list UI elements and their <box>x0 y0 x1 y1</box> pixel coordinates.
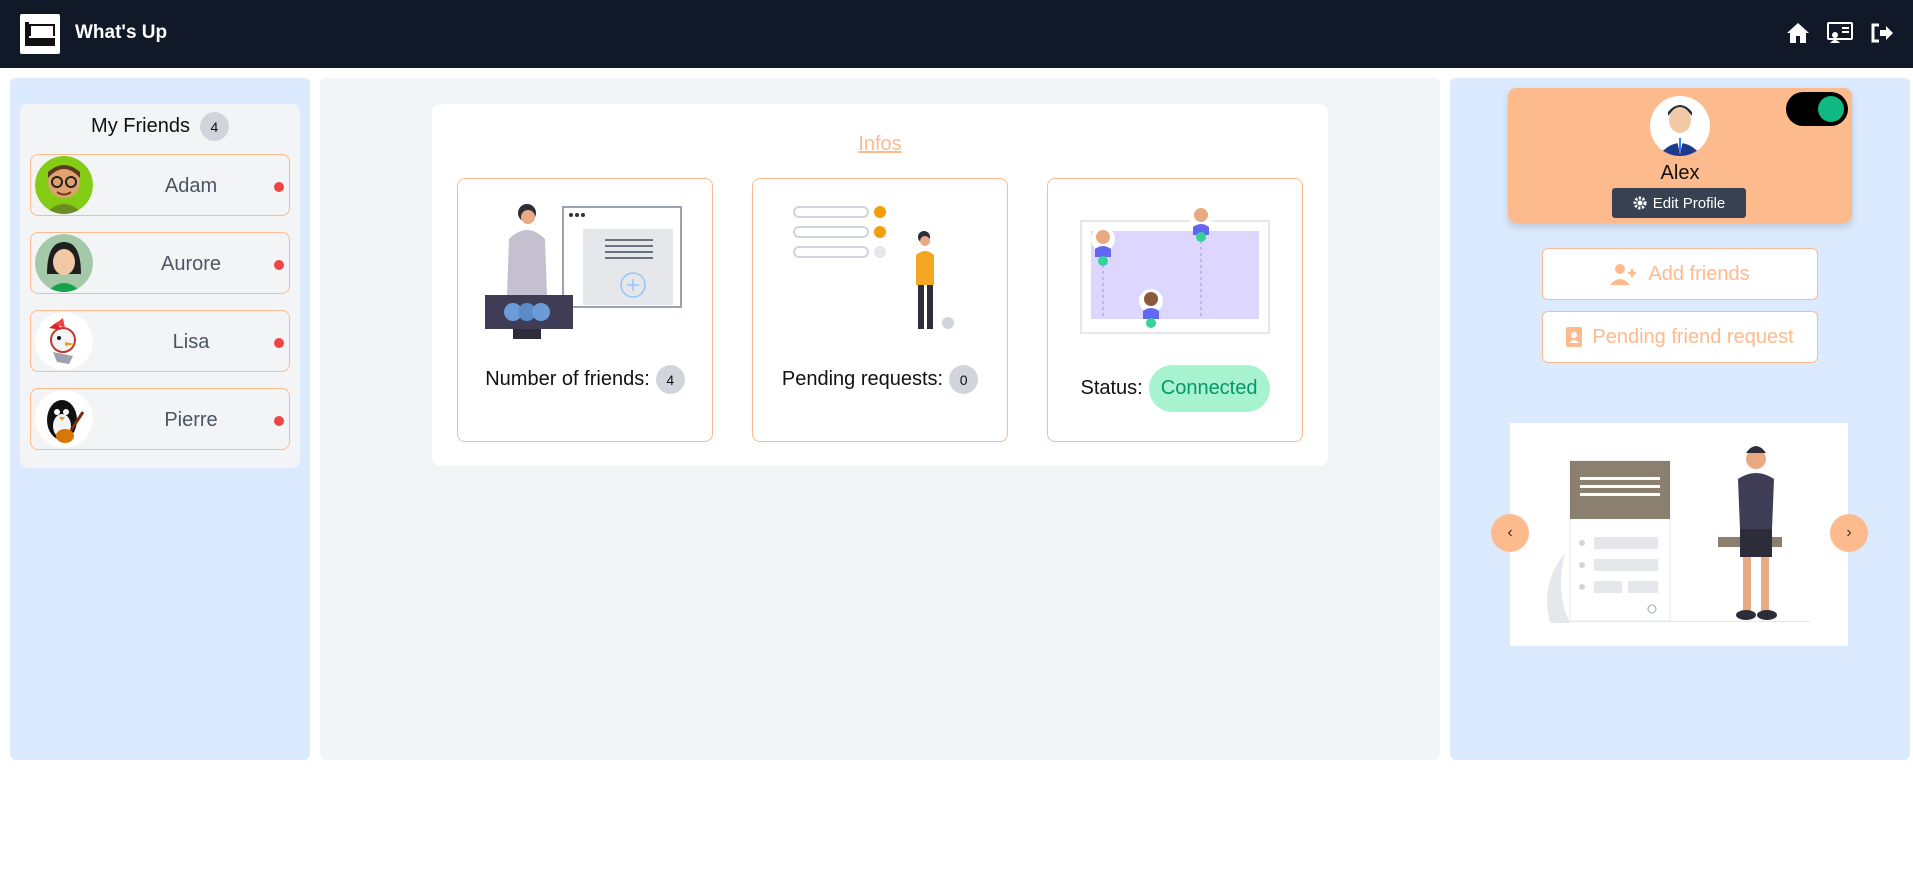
friend-name: Aurore <box>160 253 222 275</box>
avatar <box>35 312 93 370</box>
pending-illustration <box>778 199 984 339</box>
gear-icon <box>1633 196 1647 210</box>
contact-card-icon <box>1566 327 1583 347</box>
carousel-next-button[interactable]: › <box>1830 514 1868 552</box>
infos-title-link[interactable]: Infos <box>432 133 1328 156</box>
add-friends-label: Add friends <box>1648 262 1750 285</box>
avatar <box>35 156 93 214</box>
friend-item-lisa[interactable]: Lisa <box>30 310 290 372</box>
carousel-image <box>1510 423 1848 646</box>
logout-icon[interactable] <box>1869 20 1895 46</box>
top-navbar: What's Up <box>0 0 1913 68</box>
status-card: Status: Connected <box>1047 178 1303 442</box>
friend-name: Lisa <box>172 331 210 353</box>
friends-illustration <box>483 199 689 339</box>
friends-count-badge: 4 <box>199 112 229 141</box>
add-friends-button[interactable]: Add friends <box>1542 248 1818 300</box>
carousel-prev-button[interactable]: ‹ <box>1491 514 1529 552</box>
infos-card: Infos Number of friends: 4 Pending reque… <box>432 104 1328 466</box>
pending-requests-value: 0 <box>949 365 979 394</box>
user-plus-icon <box>1610 264 1637 285</box>
status-label: Status: <box>1080 377 1143 399</box>
left-panel: My Friends 4 Adam Aurore Lisa Pierre <box>10 78 310 760</box>
friend-item-adam[interactable]: Adam <box>30 154 290 216</box>
edit-profile-label: Edit Profile <box>1652 194 1726 212</box>
friends-count-row: Number of friends: 4 <box>458 365 712 394</box>
status-row: Status: Connected <box>1048 365 1302 412</box>
edit-profile-button[interactable]: Edit Profile <box>1612 188 1746 218</box>
profile-card: Alex Edit Profile <box>1508 88 1852 223</box>
friends-count-value: 4 <box>655 365 685 394</box>
avatar <box>35 234 93 292</box>
center-panel: Infos Number of friends: 4 Pending reque… <box>320 78 1440 760</box>
friend-item-aurore[interactable]: Aurore <box>30 232 290 294</box>
friends-count-label: Number of friends: <box>485 368 650 390</box>
status-dot <box>274 416 284 426</box>
app-logo[interactable] <box>20 14 60 54</box>
pending-requests-card: Pending requests: 0 <box>752 178 1008 442</box>
friends-count-card: Number of friends: 4 <box>457 178 713 442</box>
status-badge: Connected <box>1148 365 1270 412</box>
profile-name: Alex <box>1660 162 1700 184</box>
pending-friend-request-label: Pending friend request <box>1592 325 1794 348</box>
status-dot <box>274 338 284 348</box>
status-illustration <box>1073 199 1279 339</box>
friends-header: My Friends 4 <box>20 112 300 141</box>
friend-name: Pierre <box>164 409 218 431</box>
friends-list: My Friends 4 Adam Aurore Lisa Pierre <box>20 104 300 468</box>
status-dot <box>274 260 284 270</box>
friend-name: Adam <box>164 175 218 197</box>
avatar <box>1650 96 1710 156</box>
friend-item-pierre[interactable]: Pierre <box>30 388 290 450</box>
home-icon[interactable] <box>1785 20 1811 46</box>
pending-friend-request-button[interactable]: Pending friend request <box>1542 311 1818 363</box>
app-title: What's Up <box>75 22 168 43</box>
right-panel: Alex Edit Profile Add friends Pending fr… <box>1450 78 1910 760</box>
profile-card-icon[interactable] <box>1827 20 1853 46</box>
avatar <box>35 390 93 448</box>
status-toggle[interactable] <box>1786 92 1848 126</box>
friends-title: My Friends <box>91 115 190 137</box>
status-dot <box>274 182 284 192</box>
pending-requests-label: Pending requests: <box>781 368 944 390</box>
pending-requests-row: Pending requests: 0 <box>753 365 1007 394</box>
